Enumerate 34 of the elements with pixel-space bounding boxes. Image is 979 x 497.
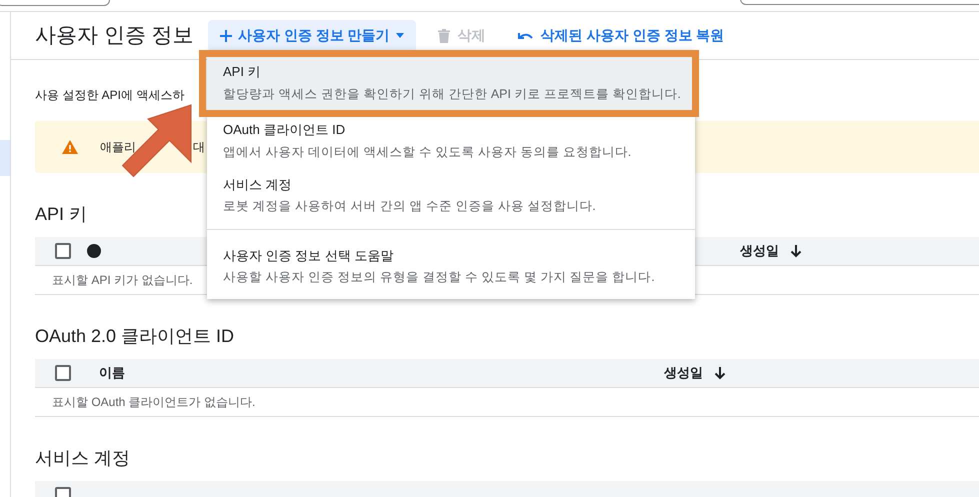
create-credentials-button[interactable]: 사용자 인증 정보 만들기 [208, 20, 416, 52]
menu-item[interactable]: OAuth 클라이언트 ID 앱에서 사용자 데이터에 액세스할 수 있도록 사용자 동의를 요청합니다. [207, 117, 695, 166]
menu-item-description: 로봇 계정을 사용하여 서버 간의 앱 수준 인증을 사용 설정합니다. [223, 198, 597, 215]
menu-item[interactable]: 사용자 인증 정보 선택 도움말 사용할 사용자 인증 정보의 유형을 결정할 수 있도록 몇 가지 질문을 합니다. [207, 238, 695, 295]
warning-text: 애플리 [100, 139, 136, 156]
plus-icon [220, 30, 232, 42]
section-title: API 키 [35, 203, 88, 226]
menu-item[interactable]: 서비스 계정 로봇 계정을 사용하여 서버 간의 앱 수준 인증을 사용 설정합니다. [207, 166, 695, 224]
column-header[interactable]: 생성일 [664, 363, 727, 383]
menu-item-description: 앱에서 사용자 데이터에 액세스할 수 있도록 사용자 동의를 요청합니다. [223, 144, 632, 161]
warning-text: 대 [193, 139, 205, 156]
caret-icon [396, 33, 404, 38]
empty-table-message: 표시할 API 키가 없습니다. [52, 272, 193, 289]
column-header[interactable]: 생성일 [740, 241, 803, 261]
empty-table-message: 표시할 OAuth 클라이언트가 없습니다. [52, 394, 256, 411]
column-header[interactable]: 이름 [99, 363, 125, 383]
menu-item-title: 사용자 인증 정보 선택 도움말 [223, 246, 394, 265]
menu-item-description: 사용할 사용자 인증 정보의 유형을 결정할 수 있도록 몇 가지 질문을 합니다. [223, 269, 656, 286]
menu-item-description: 할당량과 액세스 권한을 확인하기 위해 간단한 API 키로 프로젝트를 확인합니다. [223, 86, 679, 102]
section-title: 서비스 계정 [35, 447, 130, 470]
restore-link[interactable]: 삭제된 사용자 인증 정보 복원 [518, 25, 724, 46]
menu-item-title: API 키 [223, 63, 262, 81]
page-title: 사용자 인증 정보 [35, 22, 195, 49]
checkbox[interactable] [55, 365, 71, 381]
undo-icon [518, 32, 533, 40]
arrow-down-icon [713, 366, 727, 380]
section-title: OAuth 2.0 클라이언트 ID [35, 325, 234, 348]
menu-item-title: OAuth 클라이언트 ID [223, 121, 346, 140]
trash-icon [438, 28, 450, 42]
checkbox[interactable] [55, 243, 71, 259]
menu-item-title: 서비스 계정 [223, 176, 293, 194]
arrow-down-icon [789, 244, 803, 258]
warning-icon [62, 140, 78, 154]
description-text: 사용 설정한 API에 액세스하 [35, 87, 184, 104]
